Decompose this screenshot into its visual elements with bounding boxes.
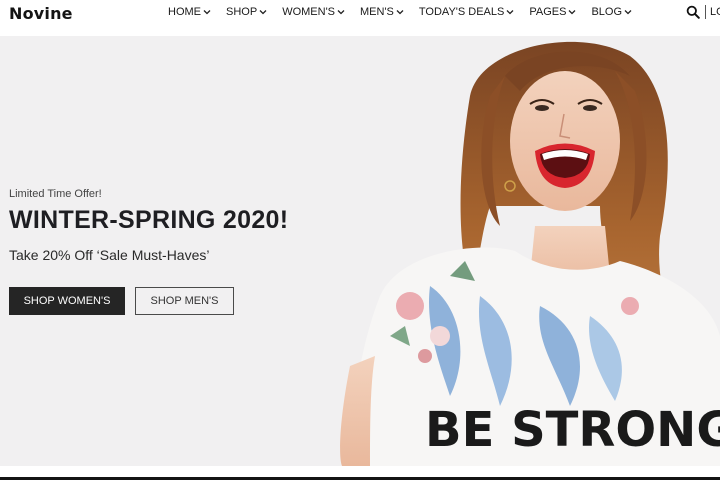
nav-item-label: WOMEN'S <box>282 6 336 18</box>
chevron-down-icon <box>396 8 404 16</box>
chevron-down-icon <box>337 8 345 16</box>
hero-headline: WINTER-SPRING 2020! <box>9 206 289 234</box>
chevron-down-icon <box>624 8 632 16</box>
chevron-down-icon <box>203 8 211 16</box>
chevron-down-icon <box>259 8 267 16</box>
nav-item-blog[interactable]: BLOG <box>591 6 632 18</box>
shop-womens-button[interactable]: SHOP WOMEN'S <box>9 287 125 315</box>
hero-eyebrow: Limited Time Offer! <box>9 188 102 200</box>
nav-item-label: MEN'S <box>360 6 394 18</box>
nav-item-label: SHOP <box>226 6 258 18</box>
hero-model-image: BE STRONG <box>330 36 720 466</box>
nav-item-todays-deals[interactable]: TODAY'S DEALS <box>419 6 514 18</box>
nav-item-label: HOME <box>168 6 201 18</box>
shop-mens-button[interactable]: SHOP MEN'S <box>135 287 234 315</box>
chevron-down-icon <box>568 8 576 16</box>
login-link[interactable]: LO <box>710 6 720 18</box>
nav-item-home[interactable]: HOME <box>168 6 211 18</box>
nav-item-shop[interactable]: SHOP <box>226 6 267 18</box>
nav-item-label: PAGES <box>529 6 567 18</box>
nav-item-womens[interactable]: WOMEN'S <box>282 6 345 18</box>
nav-item-label: BLOG <box>591 6 623 18</box>
nav-item-label: TODAY'S DEALS <box>418 6 505 18</box>
site-logo[interactable]: Novine <box>9 4 73 23</box>
nav-item-mens[interactable]: MEN'S <box>360 6 404 18</box>
hero-subline: Take 20% Off ‘Sale Must-Haves’ <box>9 247 210 263</box>
site-header: Novine HOME SHOP WOMEN'S MEN'S TODAY'S D… <box>0 0 720 36</box>
chevron-down-icon <box>506 8 514 16</box>
header-divider <box>705 5 706 19</box>
nav-item-pages[interactable]: PAGES <box>529 6 576 18</box>
hero-banner: BE STRONG Limited Time Offer! WINTER-SPR… <box>0 36 720 466</box>
shirt-print-text: BE STRONG <box>425 402 720 458</box>
search-icon[interactable] <box>686 5 700 19</box>
main-nav: HOME SHOP WOMEN'S MEN'S TODAY'S DEALS PA… <box>168 6 647 18</box>
